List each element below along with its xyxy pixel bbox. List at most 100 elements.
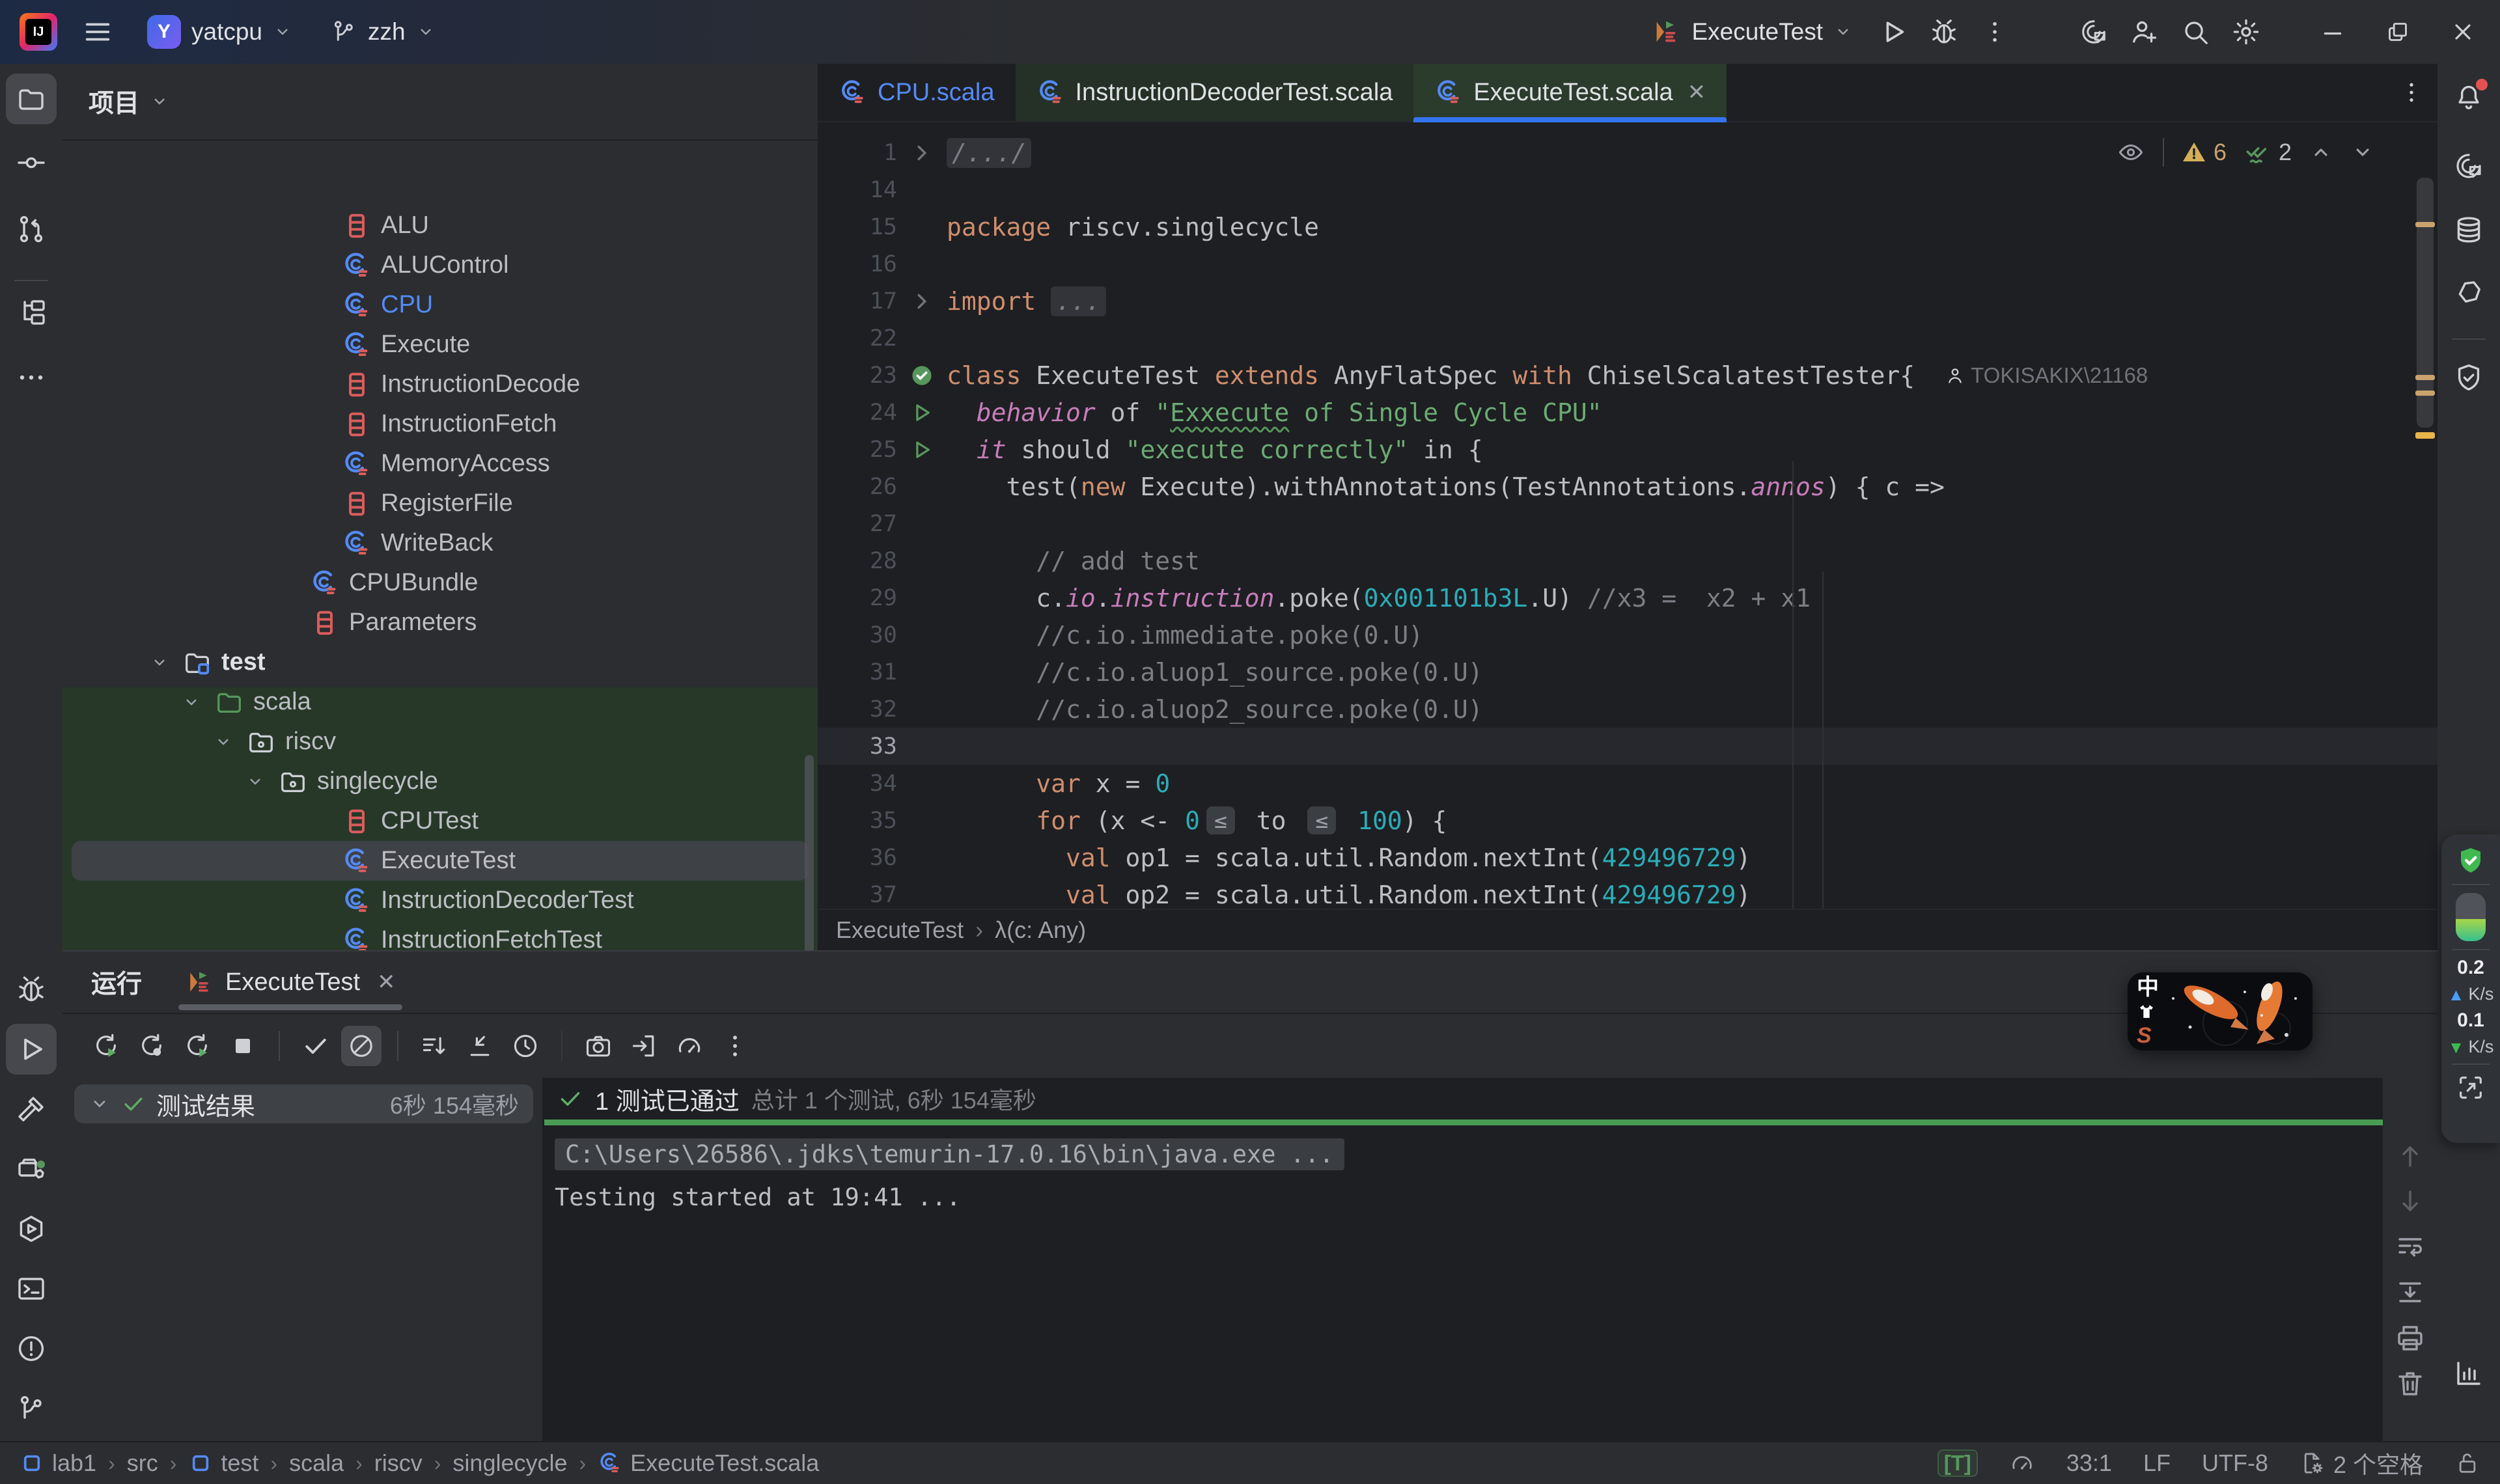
- line-number[interactable]: 30: [818, 622, 897, 648]
- chevron-down-icon[interactable]: [210, 732, 237, 752]
- chevron-down-icon[interactable]: [242, 772, 269, 791]
- run-tab-executetest[interactable]: ExecuteTest ✕: [178, 952, 402, 1013]
- code-author-hint[interactable]: TOKISAKIX\21168: [1945, 363, 2148, 388]
- line-number[interactable]: 29: [818, 585, 897, 611]
- line-number[interactable]: 28: [818, 548, 897, 574]
- collapse-all-button[interactable]: [460, 1026, 500, 1066]
- stripe-item-dependency-checker[interactable]: [2443, 352, 2494, 403]
- run-test-gutter-icon[interactable]: [897, 400, 947, 425]
- soft-wrap-button[interactable]: [2395, 1231, 2426, 1263]
- stripe-item-diagrams[interactable]: [2443, 1348, 2494, 1399]
- test-results-row[interactable]: 测试结果 6秒 154毫秒: [74, 1084, 533, 1123]
- stripe-item-pull-requests[interactable]: [6, 204, 57, 254]
- close-tab-icon[interactable]: ✕: [1688, 79, 1706, 105]
- line-number[interactable]: 26: [818, 474, 897, 500]
- tab-list-button[interactable]: [2385, 64, 2438, 121]
- line-number[interactable]: 33: [818, 734, 897, 760]
- project-tree-scrollbar[interactable]: [805, 755, 814, 950]
- line-ending[interactable]: LF: [2143, 1450, 2171, 1477]
- scroll-up-button[interactable]: [2395, 1140, 2426, 1172]
- minimize-button[interactable]: [2305, 8, 2361, 55]
- stripe-item-commit[interactable]: [6, 137, 57, 188]
- line-number[interactable]: 36: [818, 845, 897, 871]
- tree-item-ALU[interactable]: ALU: [72, 206, 809, 245]
- type-aware-badge[interactable]: [T]: [1938, 1450, 1978, 1477]
- tree-item-scala[interactable]: scala: [72, 682, 809, 722]
- tree-item-MemoryAccess[interactable]: MemoryAccess: [72, 444, 809, 484]
- caret-position[interactable]: 33:1: [2066, 1450, 2112, 1477]
- editor-tab-CPU.scala[interactable]: CPU.scala: [818, 64, 1016, 121]
- stripe-item-plugin-hexagon[interactable]: [2443, 269, 2494, 320]
- stop-button[interactable]: [223, 1026, 263, 1066]
- more-options-button[interactable]: [715, 1026, 755, 1066]
- ime-logo[interactable]: S: [2137, 1024, 2159, 1047]
- stripe-item-structure[interactable]: [6, 287, 57, 338]
- line-number[interactable]: 24: [818, 400, 897, 426]
- tree-item-riscv[interactable]: riscv: [72, 722, 809, 762]
- line-number[interactable]: 17: [818, 288, 897, 314]
- vcs-widget[interactable]: zzh: [321, 12, 445, 52]
- tree-item-singlecycle[interactable]: singlecycle: [72, 762, 809, 801]
- fold-arrow-icon[interactable]: [897, 289, 947, 314]
- show-ignored-button[interactable]: [341, 1026, 382, 1066]
- reader-mode-icon[interactable]: [2116, 137, 2146, 167]
- tree-item-CPU[interactable]: CPU: [72, 285, 809, 325]
- breadcrumb[interactable]: ExecuteTest: [836, 916, 964, 944]
- status-crumb-ExecuteTest.scala[interactable]: ExecuteTest.scala: [598, 1450, 819, 1477]
- stripe-item-project[interactable]: [6, 74, 57, 124]
- tree-item-Execute[interactable]: Execute: [72, 325, 809, 364]
- tree-item-InstructionFetchTest[interactable]: InstructionFetchTest: [72, 920, 809, 950]
- line-number[interactable]: 37: [818, 882, 897, 908]
- line-number[interactable]: 27: [818, 511, 897, 537]
- print-button[interactable]: [2395, 1323, 2426, 1354]
- tree-item-InstructionFetch[interactable]: InstructionFetch: [72, 404, 809, 444]
- stripe-item-database[interactable]: [2443, 204, 2494, 255]
- chevron-down-icon[interactable]: [146, 653, 173, 672]
- run-configuration-selector[interactable]: ExecuteTest: [1641, 12, 1863, 52]
- close-button[interactable]: [2435, 8, 2491, 55]
- code-with-me-button[interactable]: [2124, 11, 2165, 53]
- settings-button[interactable]: [2225, 11, 2267, 53]
- line-number[interactable]: 15: [818, 214, 897, 240]
- code-area[interactable]: 1/.../1415package riscv.singlecycle1617i…: [818, 134, 2438, 950]
- warning-stripe-mark[interactable]: [2415, 432, 2435, 439]
- tree-item-Parameters[interactable]: Parameters: [72, 603, 809, 642]
- warning-stripe-mark[interactable]: [2415, 222, 2435, 227]
- search-everywhere-button[interactable]: [2174, 11, 2216, 53]
- line-number[interactable]: 34: [818, 771, 897, 797]
- status-crumb-lab1[interactable]: lab1: [20, 1450, 96, 1477]
- stripe-item-more-tools[interactable]: [6, 352, 57, 403]
- tree-item-CPUBundle[interactable]: CPUBundle: [72, 563, 809, 603]
- ime-mode-indicator[interactable]: 中: [2137, 976, 2159, 998]
- tree-item-InstructionDecode[interactable]: InstructionDecode: [72, 364, 809, 404]
- warnings-counter[interactable]: 6: [2181, 139, 2227, 166]
- close-tab-icon[interactable]: ✕: [377, 969, 396, 995]
- stripe-item-ai-assistant[interactable]: [2443, 141, 2494, 191]
- prev-problem-icon[interactable]: [2309, 140, 2333, 165]
- coverage-button[interactable]: [669, 1026, 710, 1066]
- more-actions-button[interactable]: [1974, 11, 2016, 53]
- line-number[interactable]: 25: [818, 437, 897, 463]
- fold-arrow-icon[interactable]: [897, 141, 947, 165]
- restore-button[interactable]: [2370, 8, 2426, 55]
- tree-item-RegisterFile[interactable]: RegisterFile: [72, 484, 809, 523]
- run-test-gutter-icon[interactable]: [897, 437, 947, 462]
- run-button[interactable]: [1872, 11, 1914, 53]
- line-number[interactable]: 22: [818, 325, 897, 351]
- stripe-item-run[interactable]: [6, 1024, 57, 1075]
- ime-status-widget[interactable]: 中 S: [2128, 972, 2312, 1051]
- import-tests-button[interactable]: [624, 1026, 664, 1066]
- file-encoding[interactable]: UTF-8: [2202, 1450, 2268, 1477]
- stripe-item-version-control[interactable]: [6, 1383, 57, 1434]
- stripe-item-debug[interactable]: [6, 964, 57, 1015]
- line-number[interactable]: 35: [818, 808, 897, 834]
- test-passed-gutter-icon[interactable]: [897, 363, 947, 388]
- line-number[interactable]: 31: [818, 659, 897, 685]
- chevron-down-icon[interactable]: [178, 693, 205, 712]
- status-crumb-riscv[interactable]: riscv: [374, 1450, 423, 1477]
- indent-setting[interactable]: 2 个空格: [2299, 1446, 2423, 1480]
- warning-stripe-mark[interactable]: [2415, 391, 2435, 396]
- show-passed-button[interactable]: [296, 1026, 336, 1066]
- tree-item-test[interactable]: test: [72, 642, 809, 682]
- status-crumb-singlecycle[interactable]: singlecycle: [452, 1450, 567, 1477]
